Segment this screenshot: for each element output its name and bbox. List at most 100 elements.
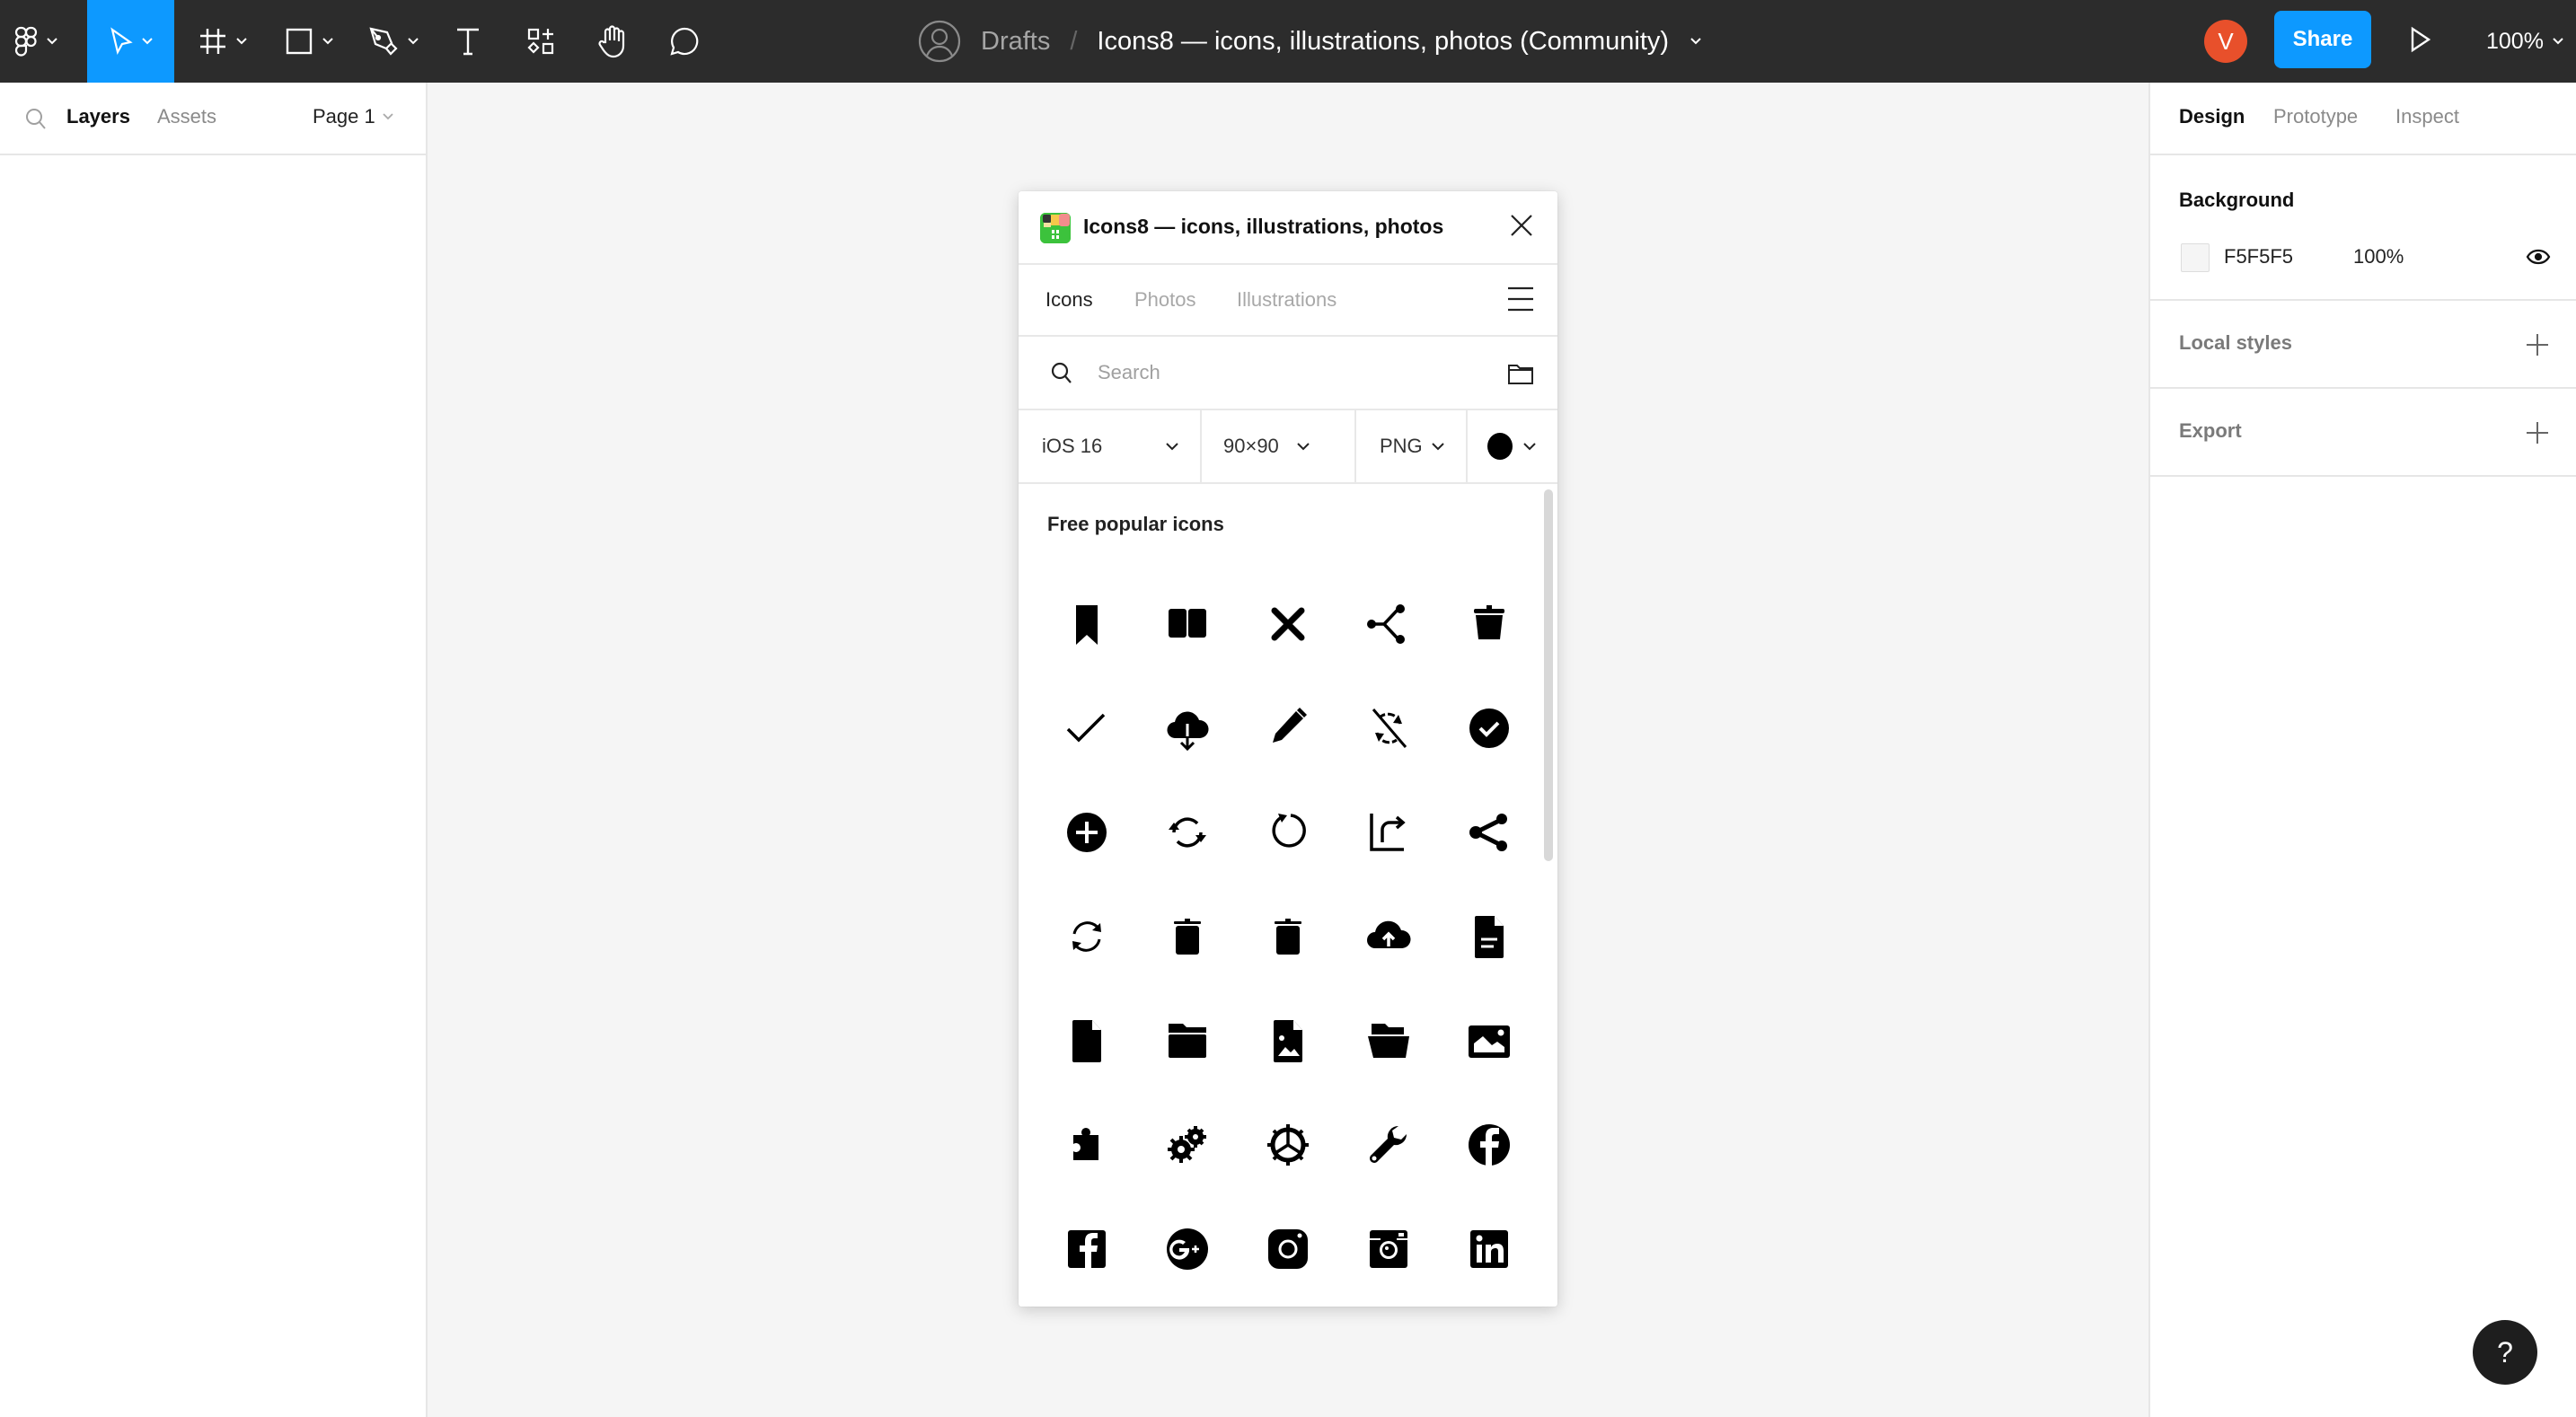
tab-prototype[interactable]: Prototype bbox=[2273, 105, 2358, 128]
icon-grid-item[interactable] bbox=[1238, 885, 1338, 989]
icon-grid-item[interactable] bbox=[1238, 989, 1338, 1093]
icon-grid-item[interactable] bbox=[1238, 572, 1338, 676]
plugin-titlebar[interactable]: Icons8 — icons, illustrations, photos bbox=[1019, 191, 1557, 265]
delete-x-icon bbox=[1271, 607, 1305, 641]
hand-tool-button[interactable] bbox=[593, 0, 632, 83]
icon-grid-item[interactable] bbox=[1238, 676, 1338, 780]
icon-grid-item[interactable] bbox=[1238, 1197, 1338, 1301]
icon-grid-item[interactable] bbox=[1238, 1093, 1338, 1197]
format-dropdown[interactable]: PNG bbox=[1356, 410, 1468, 482]
icon-grid-item[interactable] bbox=[1439, 676, 1539, 780]
tab-layers[interactable]: Layers bbox=[66, 105, 130, 128]
share-nodes-icon bbox=[1367, 604, 1405, 644]
add-style-icon[interactable] bbox=[2526, 333, 2549, 356]
menu-icon[interactable] bbox=[1507, 286, 1534, 312]
plugin-content: Free popular icons bbox=[1019, 484, 1557, 1305]
add-export-icon[interactable] bbox=[2526, 421, 2549, 444]
icon-grid-item[interactable] bbox=[1137, 572, 1238, 676]
text-tool-button[interactable] bbox=[449, 0, 487, 83]
page-selector[interactable]: Page 1 bbox=[313, 105, 393, 128]
icon-grid-item[interactable] bbox=[1338, 676, 1439, 780]
image-icon bbox=[1469, 1025, 1510, 1058]
folder-icon[interactable] bbox=[1507, 362, 1534, 385]
share-arrow-icon bbox=[1370, 814, 1406, 851]
icon-grid-item[interactable] bbox=[1338, 989, 1439, 1093]
close-icon[interactable] bbox=[1509, 213, 1534, 238]
icon-grid-item[interactable] bbox=[1037, 1197, 1137, 1301]
background-hex-value[interactable]: F5F5F5 bbox=[2224, 245, 2293, 268]
layers-panel-header: Layers Assets Page 1 bbox=[0, 83, 426, 155]
background-color-swatch[interactable] bbox=[2181, 243, 2210, 272]
present-button[interactable] bbox=[2409, 23, 2432, 60]
icon-grid-item[interactable] bbox=[1137, 1197, 1238, 1301]
color-dropdown[interactable] bbox=[1468, 410, 1557, 482]
figma-logo-icon bbox=[14, 26, 38, 57]
tab-icons[interactable]: Icons bbox=[1045, 288, 1093, 312]
shape-tool-button[interactable] bbox=[275, 0, 343, 83]
frame-tool-button[interactable] bbox=[189, 0, 257, 83]
tab-design[interactable]: Design bbox=[2179, 105, 2245, 128]
tab-inspect[interactable]: Inspect bbox=[2395, 105, 2459, 128]
chevron-down-icon bbox=[47, 38, 57, 45]
style-dropdown[interactable]: iOS 16 bbox=[1019, 410, 1202, 482]
background-opacity-value[interactable]: 100% bbox=[2353, 245, 2404, 268]
icon-grid-item[interactable] bbox=[1238, 780, 1338, 885]
user-avatar[interactable]: V bbox=[2204, 20, 2247, 63]
icon-grid-item[interactable] bbox=[1137, 989, 1238, 1093]
tab-assets[interactable]: Assets bbox=[157, 105, 216, 128]
style-value: iOS 16 bbox=[1042, 435, 1103, 457]
main-menu-button[interactable] bbox=[0, 0, 72, 83]
facebook-square-icon bbox=[1068, 1230, 1106, 1268]
open-folder-icon bbox=[1368, 1024, 1409, 1058]
icon-grid-item[interactable] bbox=[1137, 676, 1238, 780]
tab-photos[interactable]: Photos bbox=[1134, 288, 1196, 312]
icon-grid-item[interactable] bbox=[1338, 780, 1439, 885]
icon-grid-item[interactable] bbox=[1037, 885, 1137, 989]
format-value: PNG bbox=[1380, 435, 1423, 457]
plugin-tabs: Icons Photos Illustrations bbox=[1019, 265, 1557, 337]
chevron-down-icon bbox=[1432, 443, 1444, 451]
icon-grid-item[interactable] bbox=[1037, 1093, 1137, 1197]
search-icon[interactable] bbox=[25, 108, 47, 131]
section-title: Free popular icons bbox=[1047, 513, 1224, 535]
icon-grid-item[interactable] bbox=[1338, 1093, 1439, 1197]
file-name[interactable]: Icons8 — icons, illustrations, photos (C… bbox=[1097, 27, 1669, 57]
icon-grid-item[interactable] bbox=[1338, 1197, 1439, 1301]
breadcrumb-drafts-link[interactable]: Drafts bbox=[981, 27, 1050, 57]
icon-grid-item[interactable] bbox=[1439, 780, 1539, 885]
plugin-scrollbar[interactable] bbox=[1544, 489, 1553, 861]
move-tool-button[interactable] bbox=[87, 0, 174, 83]
icon-search-input[interactable] bbox=[1098, 353, 1475, 392]
icon-grid-item[interactable] bbox=[1338, 885, 1439, 989]
icon-grid-item[interactable] bbox=[1439, 885, 1539, 989]
size-dropdown[interactable]: 90×90 bbox=[1202, 410, 1356, 482]
resources-tool-button[interactable] bbox=[521, 0, 560, 83]
pen-tool-button[interactable] bbox=[359, 0, 428, 83]
icon-grid-item[interactable] bbox=[1037, 676, 1137, 780]
icon-grid-item[interactable] bbox=[1137, 1093, 1238, 1197]
zoom-dropdown[interactable]: 100% bbox=[2486, 0, 2563, 83]
icon-grid-item[interactable] bbox=[1137, 780, 1238, 885]
icon-grid-item[interactable] bbox=[1037, 989, 1137, 1093]
icon-grid-item[interactable] bbox=[1439, 1093, 1539, 1197]
icons8-logo bbox=[1040, 213, 1071, 243]
icon-grid-item[interactable] bbox=[1338, 572, 1439, 676]
icon-grid-item[interactable] bbox=[1439, 989, 1539, 1093]
eye-icon[interactable] bbox=[2526, 249, 2551, 265]
icon-grid-item[interactable] bbox=[1439, 572, 1539, 676]
share-button[interactable]: Share bbox=[2274, 11, 2371, 68]
hand-icon bbox=[598, 25, 625, 58]
icon-grid-item[interactable] bbox=[1037, 780, 1137, 885]
comment-tool-button[interactable] bbox=[665, 0, 704, 83]
sync-icon bbox=[1072, 921, 1101, 952]
icon-grid-item[interactable] bbox=[1037, 572, 1137, 676]
icon-grid-item[interactable] bbox=[1439, 1197, 1539, 1301]
move-cursor-icon bbox=[110, 27, 133, 56]
wrench-icon bbox=[1370, 1125, 1407, 1163]
icon-grid-item[interactable] bbox=[1137, 885, 1238, 989]
tab-illustrations[interactable]: Illustrations bbox=[1237, 288, 1337, 312]
help-button[interactable]: ? bbox=[2473, 1320, 2537, 1385]
instagram-icon bbox=[1268, 1229, 1308, 1269]
chevron-down-icon[interactable] bbox=[1690, 38, 1701, 45]
rotate-icon bbox=[1272, 814, 1306, 848]
